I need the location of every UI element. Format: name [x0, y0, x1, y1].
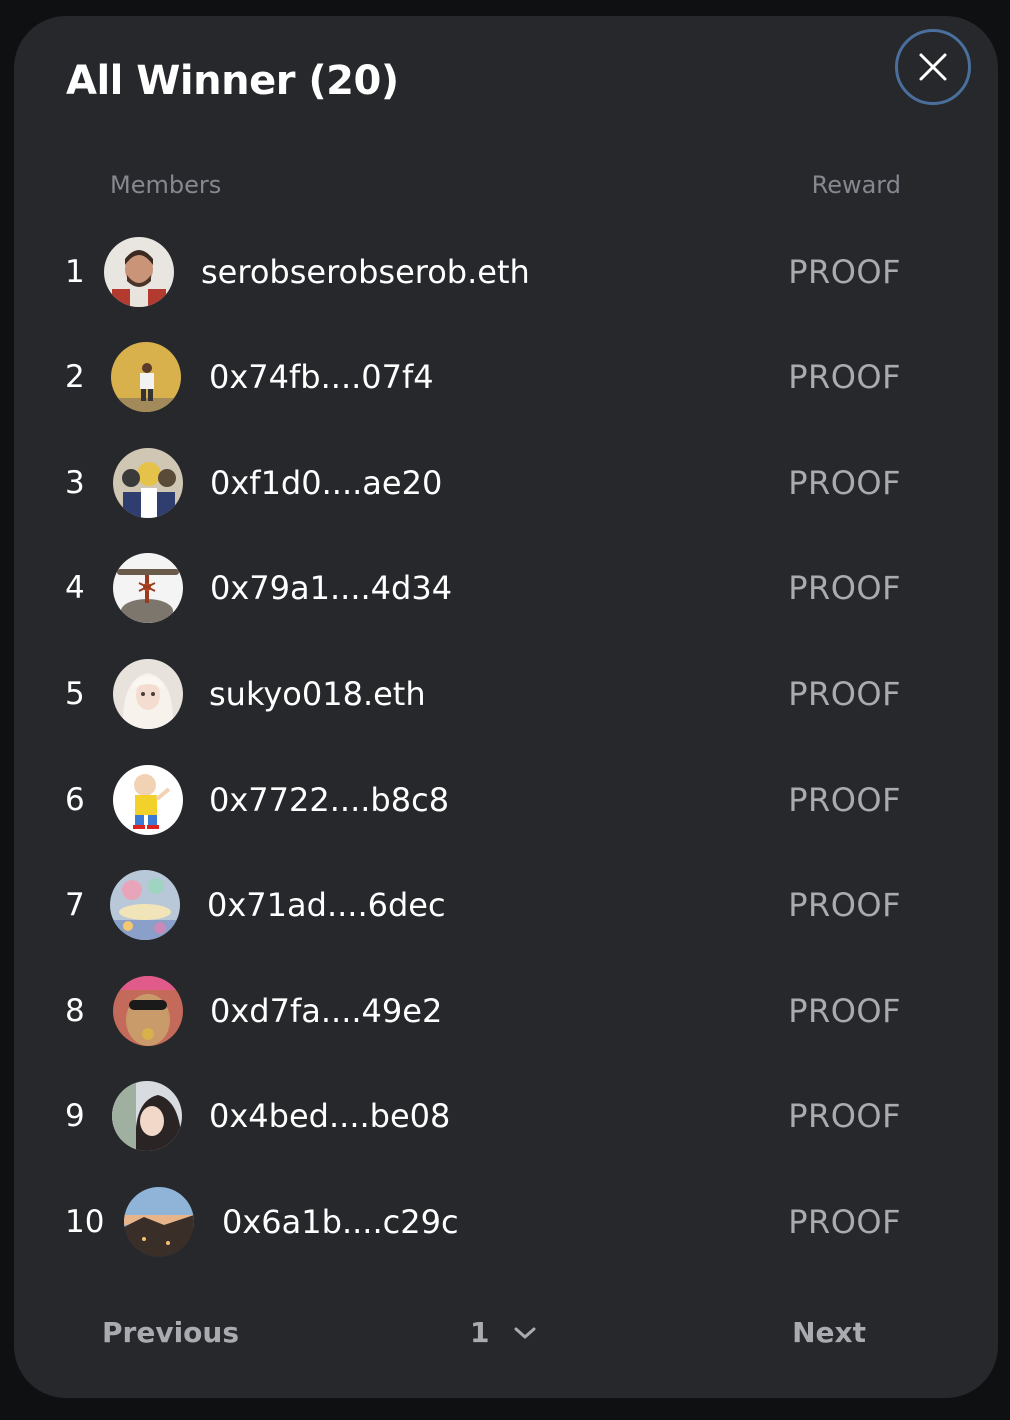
rank-number: 2 — [65, 359, 85, 395]
next-button[interactable]: Next — [792, 1316, 866, 1349]
winner-row: 1 serobserobserob.eth PROOF — [14, 232, 998, 312]
member-name[interactable]: 0x79a1....4d34 — [210, 569, 452, 607]
modal-title: All Winner (20) — [66, 58, 399, 104]
avatar[interactable] — [111, 342, 181, 412]
reward-value: PROOF — [788, 253, 901, 291]
avatar[interactable] — [113, 976, 183, 1046]
rank-number: 9 — [65, 1098, 85, 1134]
winners-modal: All Winner (20) Members Reward 1 serobse… — [14, 16, 998, 1398]
rank-number: 3 — [65, 465, 85, 501]
rank-number: 6 — [65, 782, 85, 818]
member-name[interactable]: 0x71ad....6dec — [207, 886, 446, 924]
member-name[interactable]: serobserobserob.eth — [201, 253, 530, 291]
member-name[interactable]: 0x4bed....be08 — [209, 1097, 450, 1135]
member-name[interactable]: 0xf1d0....ae20 — [210, 464, 442, 502]
avatar[interactable] — [113, 659, 183, 729]
reward-value: PROOF — [788, 1097, 901, 1135]
avatar[interactable] — [124, 1187, 194, 1257]
rank-number: 5 — [65, 676, 85, 712]
winner-row: 3 0xf1d0....ae20 PROOF — [14, 443, 998, 523]
members-column-header: Members — [110, 171, 222, 199]
member-name[interactable]: sukyo018.eth — [209, 675, 426, 713]
rank-number: 4 — [65, 570, 85, 606]
reward-column-header: Reward — [811, 171, 901, 199]
avatar[interactable] — [113, 448, 183, 518]
rank-number: 1 — [65, 254, 85, 290]
winner-row: 2 0x74fb....07f4 PROOF — [14, 337, 998, 417]
winner-row: 6 0x7722....b8c8 PROOF — [14, 760, 998, 840]
winner-row: 4 0x79a1....4d34 PROOF — [14, 548, 998, 628]
reward-value: PROOF — [788, 1203, 901, 1241]
avatar[interactable] — [110, 870, 180, 940]
rank-number: 10 — [65, 1204, 105, 1240]
winner-row: 5 sukyo018.eth PROOF — [14, 654, 998, 734]
avatar[interactable] — [112, 1081, 182, 1151]
pagination: Previous 1 Next — [14, 1316, 998, 1360]
winner-row: 7 0x71ad....6dec PROOF — [14, 865, 998, 945]
member-name[interactable]: 0x74fb....07f4 — [209, 358, 434, 396]
reward-value: PROOF — [788, 464, 901, 502]
member-name[interactable]: 0x7722....b8c8 — [209, 781, 449, 819]
reward-value: PROOF — [788, 781, 901, 819]
page-select[interactable]: 1 — [470, 1316, 537, 1349]
avatar[interactable] — [104, 237, 174, 307]
previous-button[interactable]: Previous — [102, 1316, 239, 1349]
member-name[interactable]: 0x6a1b....c29c — [222, 1203, 459, 1241]
avatar[interactable] — [113, 765, 183, 835]
current-page: 1 — [470, 1316, 490, 1349]
reward-value: PROOF — [788, 569, 901, 607]
close-icon — [919, 53, 947, 81]
rank-number: 7 — [65, 887, 85, 923]
rank-number: 8 — [65, 993, 85, 1029]
winner-row: 9 0x4bed....be08 PROOF — [14, 1076, 998, 1156]
member-name[interactable]: 0xd7fa....49e2 — [210, 992, 442, 1030]
reward-value: PROOF — [788, 675, 901, 713]
reward-value: PROOF — [788, 886, 901, 924]
reward-value: PROOF — [788, 358, 901, 396]
avatar[interactable] — [113, 553, 183, 623]
winner-row: 10 0x6a1b....c29c PROOF — [14, 1182, 998, 1262]
winner-row: 8 0xd7fa....49e2 PROOF — [14, 971, 998, 1051]
chevron-down-icon — [514, 1327, 536, 1338]
reward-value: PROOF — [788, 992, 901, 1030]
close-button[interactable] — [895, 29, 971, 105]
